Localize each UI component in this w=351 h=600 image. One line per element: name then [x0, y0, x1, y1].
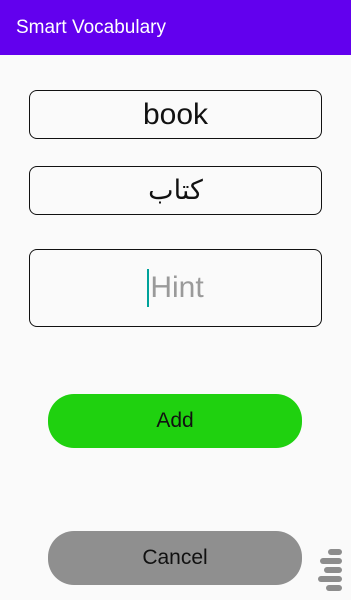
- hint-field[interactable]: Hint: [29, 249, 322, 327]
- app-title: Smart Vocabulary: [16, 16, 166, 38]
- translation-field-value: كتاب: [148, 175, 203, 206]
- word-field[interactable]: book: [29, 90, 322, 139]
- app-bar: Smart Vocabulary: [0, 0, 351, 55]
- translation-field[interactable]: كتاب: [29, 166, 322, 215]
- cancel-button[interactable]: Cancel: [48, 531, 302, 585]
- store-logo-icon: [314, 547, 348, 595]
- hint-field-content: Hint: [147, 269, 204, 307]
- word-field-value: book: [142, 97, 209, 131]
- hint-placeholder: Hint: [150, 271, 204, 304]
- text-cursor: [147, 269, 150, 307]
- add-button[interactable]: Add: [48, 394, 302, 448]
- cancel-button-label: Cancel: [142, 546, 208, 569]
- add-button-label: Add: [156, 409, 194, 432]
